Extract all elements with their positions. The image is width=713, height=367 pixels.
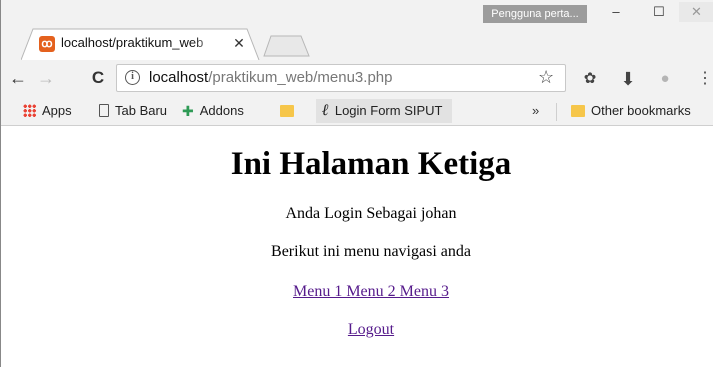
menu-links-anchor[interactable]: Menu 1 Menu 2 Menu 3 (293, 283, 449, 300)
menu-links: Menu 1 Menu 2 Menu 3 (1, 282, 713, 302)
browser-window: Pengguna perta... – ☐ ✕ ꝏ localhost/prak… (0, 0, 713, 367)
minimize-button[interactable]: – (598, 2, 634, 22)
bookmark-tab-baru[interactable]: Tab Baru (99, 103, 167, 121)
bookmark-label: Addons (199, 103, 244, 118)
bookmark-star-icon[interactable]: ☆ (538, 67, 554, 88)
bookmarks-overflow-chevron-icon[interactable]: » (532, 103, 539, 121)
puzzle-icon: ✚ (182, 102, 194, 119)
bookmark-label: Tab Baru (115, 103, 168, 118)
reload-button[interactable]: C (87, 68, 109, 88)
bookmark-folder[interactable] (280, 103, 300, 121)
logout-row: Logout (1, 320, 713, 340)
bookmark-label: Login Form SIPUT (334, 103, 443, 118)
info-icon[interactable]: i (125, 70, 140, 85)
page-icon (99, 104, 109, 118)
browser-menu-icon[interactable]: ⋮ (695, 69, 713, 89)
tab-close-icon[interactable]: ✕ (231, 34, 247, 52)
title-bar: Pengguna perta... – ☐ ✕ ꝏ localhost/prak… (1, 0, 713, 60)
maximize-button[interactable]: ☐ (641, 2, 677, 22)
bookmarks-bar: Apps Tab Baru ✚ Addons ℓ Login Form SIPUT … (1, 96, 713, 126)
folder-icon (571, 104, 585, 117)
url-text[interactable]: localhost/praktikum_web/menu3.php (149, 69, 392, 86)
script-l-icon: ℓ (322, 101, 329, 119)
profile-badge[interactable]: Pengguna perta... (483, 5, 587, 23)
bookmark-label: Apps (42, 103, 72, 118)
tab-title-fade (191, 32, 225, 54)
extension-globe-icon[interactable]: ● (655, 69, 675, 89)
url-path: /praktikum_web/menu3.php (208, 69, 393, 86)
bookmark-addons[interactable]: ✚ Addons (182, 103, 244, 121)
bookmarks-divider (556, 103, 557, 121)
url-host: localhost (149, 69, 209, 86)
folder-icon (280, 104, 294, 117)
back-button[interactable]: ← (7, 68, 29, 88)
apps-grid-icon (23, 104, 36, 118)
bookmark-apps[interactable]: Apps (23, 103, 72, 121)
bookmark-login-form-siput[interactable]: ℓ Login Form SIPUT (316, 99, 452, 123)
page-content: Ini Halaman Ketiga Anda Login Sebagai jo… (1, 127, 713, 367)
page-title: Ini Halaman Ketiga (230, 146, 512, 182)
navigation-intro-text: Berikut ini menu navigasi anda (271, 243, 471, 260)
forward-button[interactable]: → (35, 68, 57, 88)
login-status-text: Anda Login Sebagai johan (285, 205, 457, 222)
logout-link[interactable]: Logout (348, 321, 394, 338)
extension-film-icon[interactable]: ✿ (580, 69, 600, 89)
site-favicon-icon: ꝏ (39, 36, 55, 52)
browser-tab-active[interactable]: ꝏ localhost/praktikum_web ✕ (21, 28, 261, 60)
address-bar[interactable]: i localhost/praktikum_web/menu3.php ☆ (116, 64, 566, 92)
close-window-button[interactable]: ✕ (679, 2, 713, 22)
new-tab-button[interactable] (263, 35, 311, 57)
bookmark-other-bookmarks[interactable]: Other bookmarks (571, 103, 691, 121)
download-icon[interactable]: ⬇ (618, 69, 638, 89)
bookmark-label: Other bookmarks (591, 103, 691, 118)
browser-toolbar: ← → C i localhost/praktikum_web/menu3.ph… (1, 60, 713, 96)
